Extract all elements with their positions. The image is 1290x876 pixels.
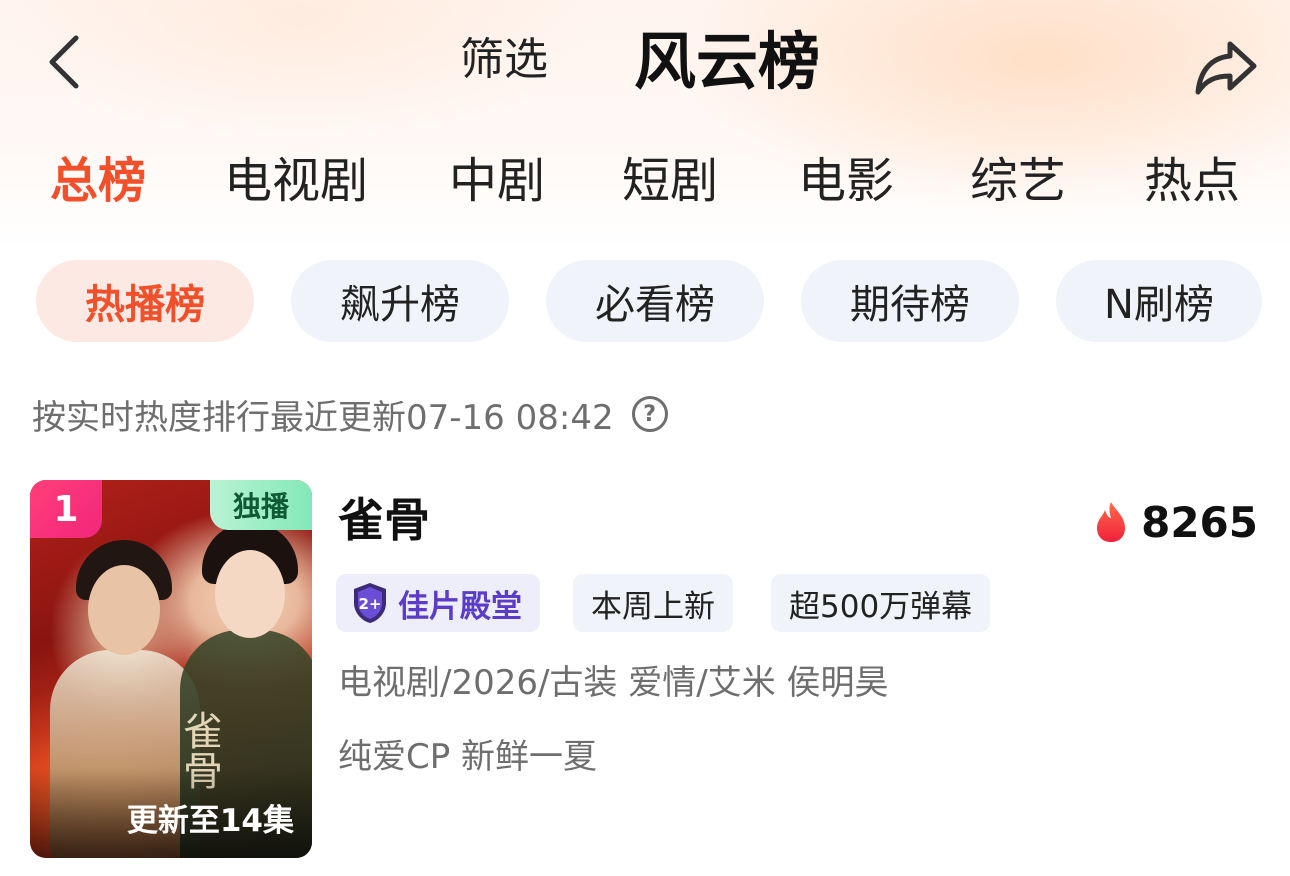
award-tag-label: 佳片殿堂 [398,588,522,625]
award-shield-icon: 2+ [354,583,386,623]
chevron-left-icon [49,35,79,89]
chip-rewatch[interactable]: N刷榜 [1056,260,1262,342]
item-title[interactable]: 雀骨 [338,490,430,550]
chip-rising[interactable]: 飙升榜 [291,260,509,342]
category-tab-variety[interactable]: 综艺 [970,150,1066,212]
filter-tab[interactable]: 筛选 [460,30,548,90]
award-tag[interactable]: 2+ 佳片殿堂 [336,574,540,632]
flame-icon [1097,502,1126,542]
chip-hot-play[interactable]: 热播榜 [36,260,254,342]
category-tab-mid[interactable]: 中剧 [449,150,545,212]
item-meta: 电视剧/2026/古装 爱情/艾米 侯明昊 [338,663,889,703]
exclusive-badge: 独播 [210,480,312,530]
episode-label: 更新至14集 [126,803,294,839]
update-info-text: 按实时热度排行最近更新07-16 08:42 [32,397,614,438]
tag-new-this-week[interactable]: 本周上新 [573,574,733,632]
category-tab-all[interactable]: 总榜 [50,150,146,212]
heat-value: 8265 [1141,497,1258,547]
question-circle-icon[interactable]: ? [631,396,668,432]
category-tab-short[interactable]: 短剧 [622,150,718,212]
category-tab-hot[interactable]: 热点 [1144,150,1240,212]
category-tab-movie[interactable]: 电影 [798,150,894,212]
back-button[interactable] [42,32,92,92]
chip-anticipated[interactable]: 期待榜 [801,260,1019,342]
ranking-page: 筛选 风云榜 总榜 电视剧 中剧 短剧 电影 综艺 热点 热播榜 飙升榜 必看榜… [0,0,1290,876]
rank-badge: 1 [30,480,102,538]
update-info: 按实时热度排行最近更新07-16 08:42 ? [32,388,668,440]
share-arrow-icon [1195,41,1257,95]
heat-score: 8265 [1093,494,1258,550]
share-button[interactable] [1192,36,1262,98]
category-tab-tv[interactable]: 电视剧 [224,150,368,212]
tag-danmaku-count[interactable]: 超500万弹幕 [771,574,991,632]
page-title: 风云榜 [634,25,821,98]
item-tagline: 纯爱CP 新鲜一夏 [338,737,598,777]
chip-must-watch[interactable]: 必看榜 [546,260,764,342]
svg-text:2+: 2+ [358,595,381,613]
list-item[interactable]: 雀骨 1 独播 更新至14集 雀骨 8265 2+ 佳片殿堂 本周上新 超500… [0,480,1290,860]
